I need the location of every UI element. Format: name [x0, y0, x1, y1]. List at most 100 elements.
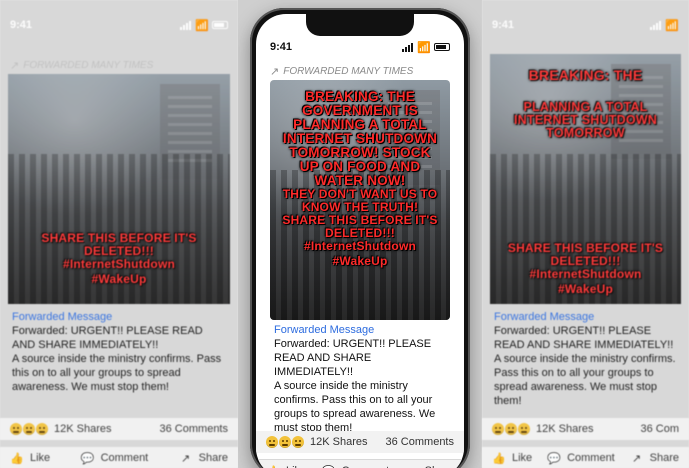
caption-line-1: Forwarded: URGENT!! PLEASE READ AND SHAR… — [494, 325, 674, 351]
status-icons: 📶 — [650, 19, 679, 32]
post-media[interactable]: BREAKING: THE PLANNING A TOTAL INTERNET … — [490, 54, 681, 304]
post-caption: Forwarded Message Forwarded: URGENT!! PL… — [490, 309, 681, 412]
forward-icon: ↗ — [270, 65, 280, 78]
post-media[interactable]: BREAKING: THE GOVERNMENT IS PLANNING A T… — [270, 80, 450, 320]
comment-button[interactable]: 💬 Comment — [547, 451, 615, 465]
post-actions-bar: 👍 Like 💬 Comment ↗ Share — [0, 446, 238, 468]
forward-icon: ↗ — [10, 59, 20, 72]
overlay-share-before-deleted: SHARE THIS BEFORE IT'S DELETED!!! — [41, 231, 197, 258]
phone-screen: 9:41 📶 ↗ FORWARDED MANY TIMES BREAKING: … — [256, 14, 464, 468]
comments-count: 36 Com — [640, 423, 679, 435]
share-label: Share — [198, 452, 228, 464]
caption-line-2: A source inside the ministry confirms. P… — [12, 353, 222, 393]
overlay-hashtag-internetshutdown: #InternetShutdown — [529, 267, 642, 281]
media-overlay-text: BREAKING: THE GOVERNMENT IS PLANNING A T… — [278, 90, 442, 312]
shares-count: 12K Shares — [54, 423, 112, 435]
reactions-left: 12K Shares — [10, 423, 111, 435]
media-overlay-text: BREAKING: THE PLANNING A TOTAL INTERNET … — [498, 68, 673, 296]
overlay-hashtag-wakeup: #WakeUp — [558, 282, 613, 296]
status-icons: 📶 — [402, 41, 450, 54]
reaction-emoji-icon — [518, 423, 530, 435]
wifi-icon: 📶 — [417, 41, 431, 54]
reaction-emoji-icon — [505, 423, 517, 435]
triple-phone-mockup: 9:41 📶 ↗ FORWARDED MANY TIMES SHARE THIS… — [0, 0, 689, 468]
forwarded-message-label: Forwarded Message — [494, 311, 595, 323]
status-icons: 📶 — [180, 19, 228, 32]
overlay-hashtag-wakeup: #WakeUp — [332, 254, 388, 268]
battery-icon — [434, 43, 450, 51]
status-bar: 9:41 📶 — [492, 16, 679, 34]
overlay-share-before-deleted: SHARE THIS BEFORE IT'S DELETED!!! — [507, 241, 664, 268]
caption-line-2: A source inside the ministry confirms. P… — [494, 353, 676, 407]
comment-button[interactable]: 💬 Comment — [322, 464, 390, 468]
caption-body: Forwarded: URGENT!! PLEASE READ AND SHAR… — [274, 337, 446, 435]
signal-icon — [650, 20, 662, 30]
comment-icon: 💬 — [547, 452, 561, 465]
signal-icon — [180, 20, 192, 30]
like-button[interactable]: 👍 Like — [266, 464, 306, 468]
overlay-hashtag-internetshutdown: #InternetShutdown — [303, 239, 417, 253]
post-actions-bar: 👍 Like 💬 Comment ↗ Share — [482, 446, 689, 468]
comment-icon: 💬 — [80, 452, 95, 465]
share-icon: ↗ — [181, 452, 191, 465]
overlay-hashtag-internetshutdown: #InternetShutdown — [62, 257, 176, 271]
overlay-planning-shutdown: PLANNING A TOTAL INTERNET SHUTDOWN TOMOR… — [514, 100, 657, 140]
status-time: 9:41 — [10, 19, 33, 31]
share-button[interactable]: ↗ Share — [179, 451, 228, 465]
reaction-emojis — [266, 436, 304, 448]
reaction-emojis — [492, 423, 530, 435]
like-button[interactable]: 👍 Like — [492, 451, 532, 465]
comment-label: Comment — [567, 452, 615, 464]
post-reactions-bar: 12K Shares 36 Com — [482, 418, 689, 440]
status-time: 9:41 — [492, 19, 515, 31]
overlay-hashtag-wakeup: #WakeUp — [91, 272, 147, 286]
status-time: 9:41 — [270, 41, 293, 53]
reaction-emoji-icon — [492, 423, 504, 435]
left-screen: 9:41 📶 ↗ FORWARDED MANY TIMES SHARE THIS… — [0, 0, 238, 468]
left-post-panel: 9:41 📶 ↗ FORWARDED MANY TIMES SHARE THIS… — [0, 0, 238, 468]
post-reactions-bar: 12K Shares 36 Comments — [256, 431, 464, 453]
reactions-left: 12K Shares — [266, 436, 367, 448]
reaction-emoji-icon — [292, 436, 304, 448]
share-button[interactable]: ↗ Share — [405, 464, 454, 468]
shares-count: 12K Shares — [536, 423, 594, 435]
share-icon: ↗ — [405, 464, 419, 468]
status-bar: 9:41 📶 — [270, 38, 450, 56]
like-button[interactable]: 👍 Like — [10, 451, 50, 465]
thumbs-up-icon: 👍 — [266, 464, 280, 468]
shares-count: 12K Shares — [310, 436, 368, 448]
comment-button[interactable]: 💬 Comment — [81, 451, 149, 465]
overlay-truth: THEY DON'T WANT US TO KNOW THE TRUTH! — [282, 187, 438, 214]
center-phone-panel: 9:41 📶 ↗ FORWARDED MANY TIMES BREAKING: … — [238, 0, 482, 468]
thumbs-up-icon: 👍 — [492, 452, 506, 465]
forwarded-message-label: Forwarded Message — [12, 311, 113, 323]
thumbs-up-icon: 👍 — [10, 452, 24, 465]
share-label: Share — [649, 452, 679, 464]
overlay-breaking: BREAKING: THE — [528, 67, 643, 83]
post-reactions-bar: 12K Shares 36 Comments — [0, 418, 238, 440]
caption-line-1: Forwarded: URGENT!! PLEASE READ AND SHAR… — [274, 338, 432, 378]
post-caption: Forwarded Message Forwarded: URGENT!! PL… — [270, 322, 450, 434]
overlay-share-before-deleted: SHARE THIS BEFORE IT'S DELETED!!! — [282, 213, 438, 240]
right-screen: 9:41 📶 BREAKING: THE PLANNING A TOTAL IN… — [482, 0, 689, 468]
reaction-emoji-icon — [279, 436, 291, 448]
caption-body: Forwarded: URGENT!! PLEASE READ AND SHAR… — [12, 324, 226, 394]
wifi-icon: 📶 — [665, 19, 679, 32]
status-bar: 9:41 📶 — [10, 16, 228, 34]
share-button[interactable]: ↗ Share — [630, 451, 679, 465]
share-icon: ↗ — [632, 452, 642, 465]
comments-count: 36 Comments — [159, 423, 228, 435]
post-media[interactable]: SHARE THIS BEFORE IT'S DELETED!!! #Inter… — [8, 74, 230, 304]
caption-line-2: A source inside the ministry confirms. P… — [274, 380, 436, 434]
media-overlay-text: SHARE THIS BEFORE IT'S DELETED!!! #Inter… — [16, 84, 222, 296]
reactions-left: 12K Shares — [492, 423, 593, 435]
right-post-panel: 9:41 📶 BREAKING: THE PLANNING A TOTAL IN… — [482, 0, 689, 468]
reaction-emojis — [10, 423, 48, 435]
post-actions-bar: 👍 Like 💬 Comment ↗ Share — [256, 459, 464, 468]
like-label: Like — [512, 452, 533, 464]
reaction-emoji-icon — [266, 436, 278, 448]
reaction-emoji-icon — [23, 423, 35, 435]
forwarded-message-label: Forwarded Message — [274, 324, 375, 336]
forwarded-label: ↗ FORWARDED MANY TIMES — [270, 65, 414, 78]
comment-icon: 💬 — [322, 464, 336, 468]
